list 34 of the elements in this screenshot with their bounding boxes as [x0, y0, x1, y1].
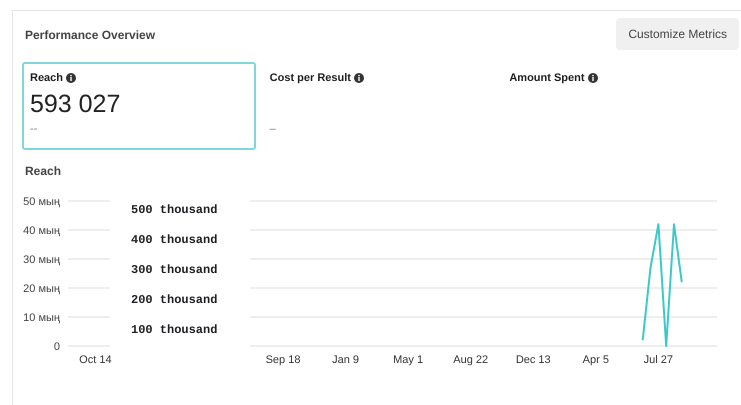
- metric-tile[interactable]: Cost per Result –: [262, 62, 496, 150]
- metric-tile[interactable]: Reach 593 027 --: [22, 62, 256, 150]
- metric-comparison: --: [30, 122, 38, 136]
- x-axis-label: Oct 14: [79, 354, 112, 366]
- y-axis-label: 10 мың: [23, 312, 60, 324]
- metric-label: Cost per Result: [270, 70, 488, 86]
- metric-label: Reach: [30, 70, 248, 86]
- info-icon: [588, 73, 598, 84]
- overlay-label: 300 thousand: [131, 262, 218, 279]
- x-axis-label: May 1: [393, 354, 424, 366]
- metric-comparison: –: [270, 122, 277, 136]
- y-axis-label: 20 мың: [23, 283, 60, 295]
- chart-title: Reach: [25, 163, 62, 180]
- y-axis-label: 0: [54, 341, 60, 353]
- info-icon: [354, 73, 364, 84]
- overlay-label: 100 thousand: [131, 322, 218, 339]
- metric-tile[interactable]: Amount Spent: [501, 62, 736, 150]
- x-axis-label: Apr 5: [582, 354, 609, 366]
- y-axis-label: 50 мың: [23, 196, 60, 208]
- x-axis-label: Jan 9: [332, 354, 360, 366]
- y-axis-label: 40 мың: [23, 225, 60, 237]
- info-icon: [66, 73, 76, 84]
- x-axis-label: Sep 18: [266, 354, 300, 366]
- panel-title: Performance Overview: [25, 27, 156, 44]
- y-axis-label: 30 мың: [23, 254, 60, 266]
- overlay-label: 200 thousand: [131, 292, 218, 309]
- x-axis-label: Jul 27: [644, 354, 674, 366]
- customize-metrics-button[interactable]: Customize Metrics: [616, 18, 739, 50]
- overlay-label: 400 thousand: [131, 232, 218, 249]
- metric-value: 593 027: [30, 88, 122, 120]
- x-axis-label: Aug 22: [453, 354, 488, 366]
- overlay-label: 500 thousand: [131, 202, 218, 219]
- x-axis-label: Dec 13: [516, 354, 551, 366]
- metric-label: Amount Spent: [509, 70, 728, 86]
